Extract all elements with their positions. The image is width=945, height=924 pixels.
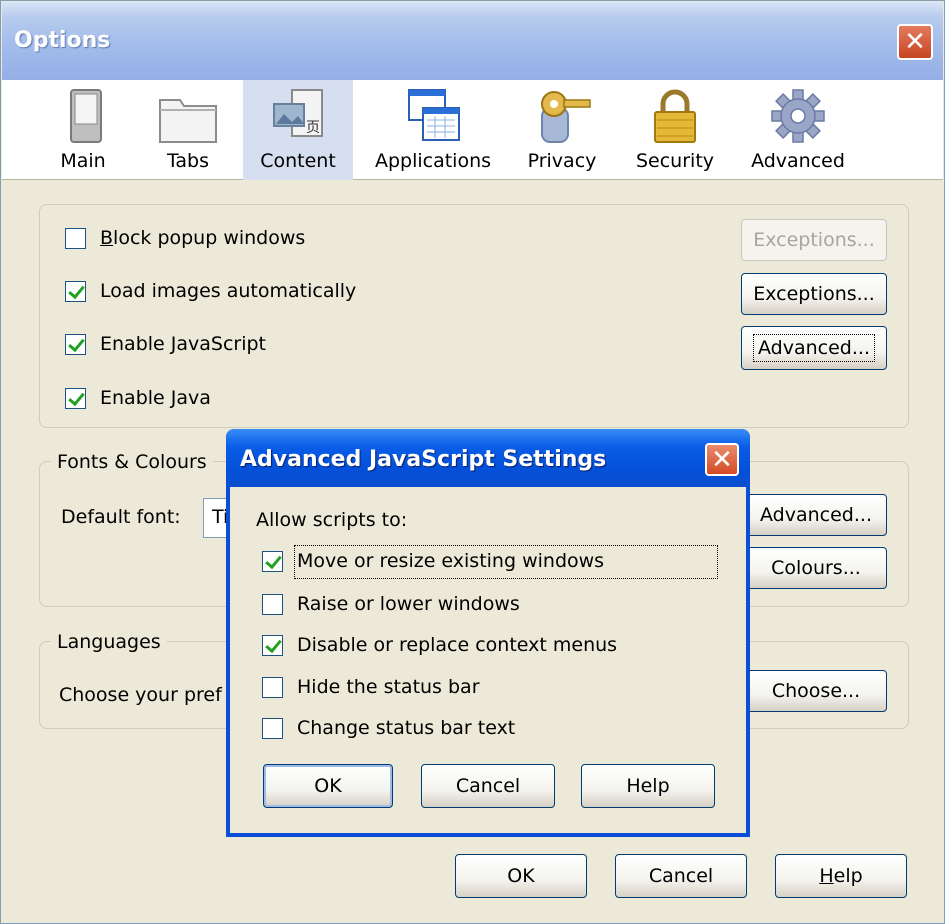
raise-lower-checkbox[interactable]	[262, 593, 283, 615]
svg-text:页: 页	[306, 120, 320, 136]
content-page-icon: 页	[273, 89, 323, 137]
close-icon: ✕	[711, 444, 733, 475]
context-menus-label: Disable or replace context menus	[297, 634, 618, 656]
languages-description: Choose your pref	[59, 684, 222, 706]
languages-legend: Languages	[51, 631, 167, 653]
dialog-title: Advanced JavaScript Settings	[240, 447, 607, 472]
tab-applications[interactable]: Applications	[373, 80, 493, 180]
popup-exceptions-button[interactable]: Exceptions...	[741, 219, 887, 261]
load-images-label: Load images automatically	[100, 280, 357, 302]
move-resize-label: Move or resize existing windows	[297, 550, 605, 572]
pane-toolbar: Main Tabs 页 Content Applications Privacy…	[2, 80, 943, 180]
tab-advanced[interactable]: Advanced	[748, 80, 848, 180]
tab-advanced-label: Advanced	[751, 150, 845, 172]
dialog-help-button[interactable]: Help	[581, 764, 715, 808]
enable-javascript-option[interactable]: Enable JavaScript	[65, 333, 266, 355]
dialog-title-bar[interactable]: Advanced JavaScript Settings ✕	[226, 429, 750, 487]
help-button[interactable]: Help	[775, 854, 907, 898]
choose-languages-button[interactable]: Choose...	[745, 670, 887, 712]
tab-privacy[interactable]: Privacy	[522, 80, 602, 180]
enable-java-label: Enable Java	[100, 387, 211, 409]
enable-java-checkbox[interactable]	[65, 387, 86, 409]
enable-javascript-checkbox[interactable]	[65, 333, 86, 355]
status-bar-text-label: Change status bar text	[297, 717, 516, 739]
tab-main-label: Main	[60, 150, 106, 172]
tabs-folder-icon	[159, 99, 217, 143]
tab-applications-label: Applications	[374, 150, 492, 172]
raise-lower-option[interactable]: Raise or lower windows	[262, 593, 520, 615]
advanced-javascript-dialog: Advanced JavaScript Settings ✕ Allow scr…	[226, 429, 750, 837]
hide-status-bar-option[interactable]: Hide the status bar	[262, 676, 480, 698]
advanced-gear-icon	[771, 89, 825, 143]
applications-windows-icon	[408, 89, 460, 141]
security-lock-icon	[654, 89, 696, 143]
status-bar-text-option[interactable]: Change status bar text	[262, 717, 515, 739]
cancel-button[interactable]: Cancel	[615, 854, 747, 898]
hide-status-bar-checkbox[interactable]	[262, 676, 283, 698]
tab-content-label: Content	[260, 150, 336, 172]
dialog-cancel-button[interactable]: Cancel	[421, 764, 555, 808]
hide-status-bar-label: Hide the status bar	[297, 676, 480, 698]
context-menus-checkbox[interactable]	[262, 634, 283, 656]
fonts-colours-legend: Fonts & Colours	[51, 451, 213, 473]
dialog-ok-button[interactable]: OK	[263, 764, 393, 808]
status-bar-text-checkbox[interactable]	[262, 717, 283, 739]
tab-security-label: Security	[635, 150, 715, 172]
tab-security[interactable]: Security	[631, 80, 719, 180]
privacy-key-icon	[541, 91, 591, 143]
window-close-button[interactable]: ✕	[897, 24, 933, 60]
main-switch-icon	[70, 89, 102, 143]
block-popups-option[interactable]: Block popup windows	[65, 227, 305, 249]
fonts-advanced-button[interactable]: Advanced...	[745, 494, 887, 536]
tab-privacy-label: Privacy	[527, 150, 597, 172]
tab-main[interactable]: Main	[51, 80, 115, 180]
load-images-checkbox[interactable]	[65, 280, 86, 302]
dialog-body: Allow scripts to: Move or resize existin…	[230, 487, 746, 833]
ok-button[interactable]: OK	[455, 854, 587, 898]
allow-scripts-label: Allow scripts to:	[256, 509, 408, 531]
context-menus-option[interactable]: Disable or replace context menus	[262, 634, 617, 656]
move-resize-option[interactable]: Move or resize existing windows	[262, 550, 604, 572]
title-bar[interactable]: Options ✕	[2, 2, 943, 80]
help-label: Help	[819, 865, 863, 887]
tab-tabs-label: Tabs	[166, 150, 210, 172]
enable-java-option[interactable]: Enable Java	[65, 387, 211, 409]
default-font-label: Default font:	[61, 506, 181, 528]
dialog-close-button[interactable]: ✕	[705, 443, 739, 476]
block-popups-checkbox[interactable]	[65, 227, 86, 249]
block-popups-label: Block popup windows	[100, 227, 306, 249]
close-icon: ✕	[904, 27, 926, 57]
window-title: Options	[14, 28, 111, 53]
load-images-option[interactable]: Load images automatically	[65, 280, 356, 302]
tab-content[interactable]: 页 Content	[243, 80, 353, 180]
javascript-advanced-button[interactable]: Advanced...	[741, 326, 887, 370]
image-exceptions-button[interactable]: Exceptions...	[741, 273, 887, 315]
enable-javascript-label: Enable JavaScript	[100, 333, 266, 355]
tab-tabs[interactable]: Tabs	[152, 80, 224, 180]
move-resize-checkbox[interactable]	[262, 550, 283, 572]
raise-lower-label: Raise or lower windows	[297, 593, 520, 615]
colours-button[interactable]: Colours...	[745, 547, 887, 589]
